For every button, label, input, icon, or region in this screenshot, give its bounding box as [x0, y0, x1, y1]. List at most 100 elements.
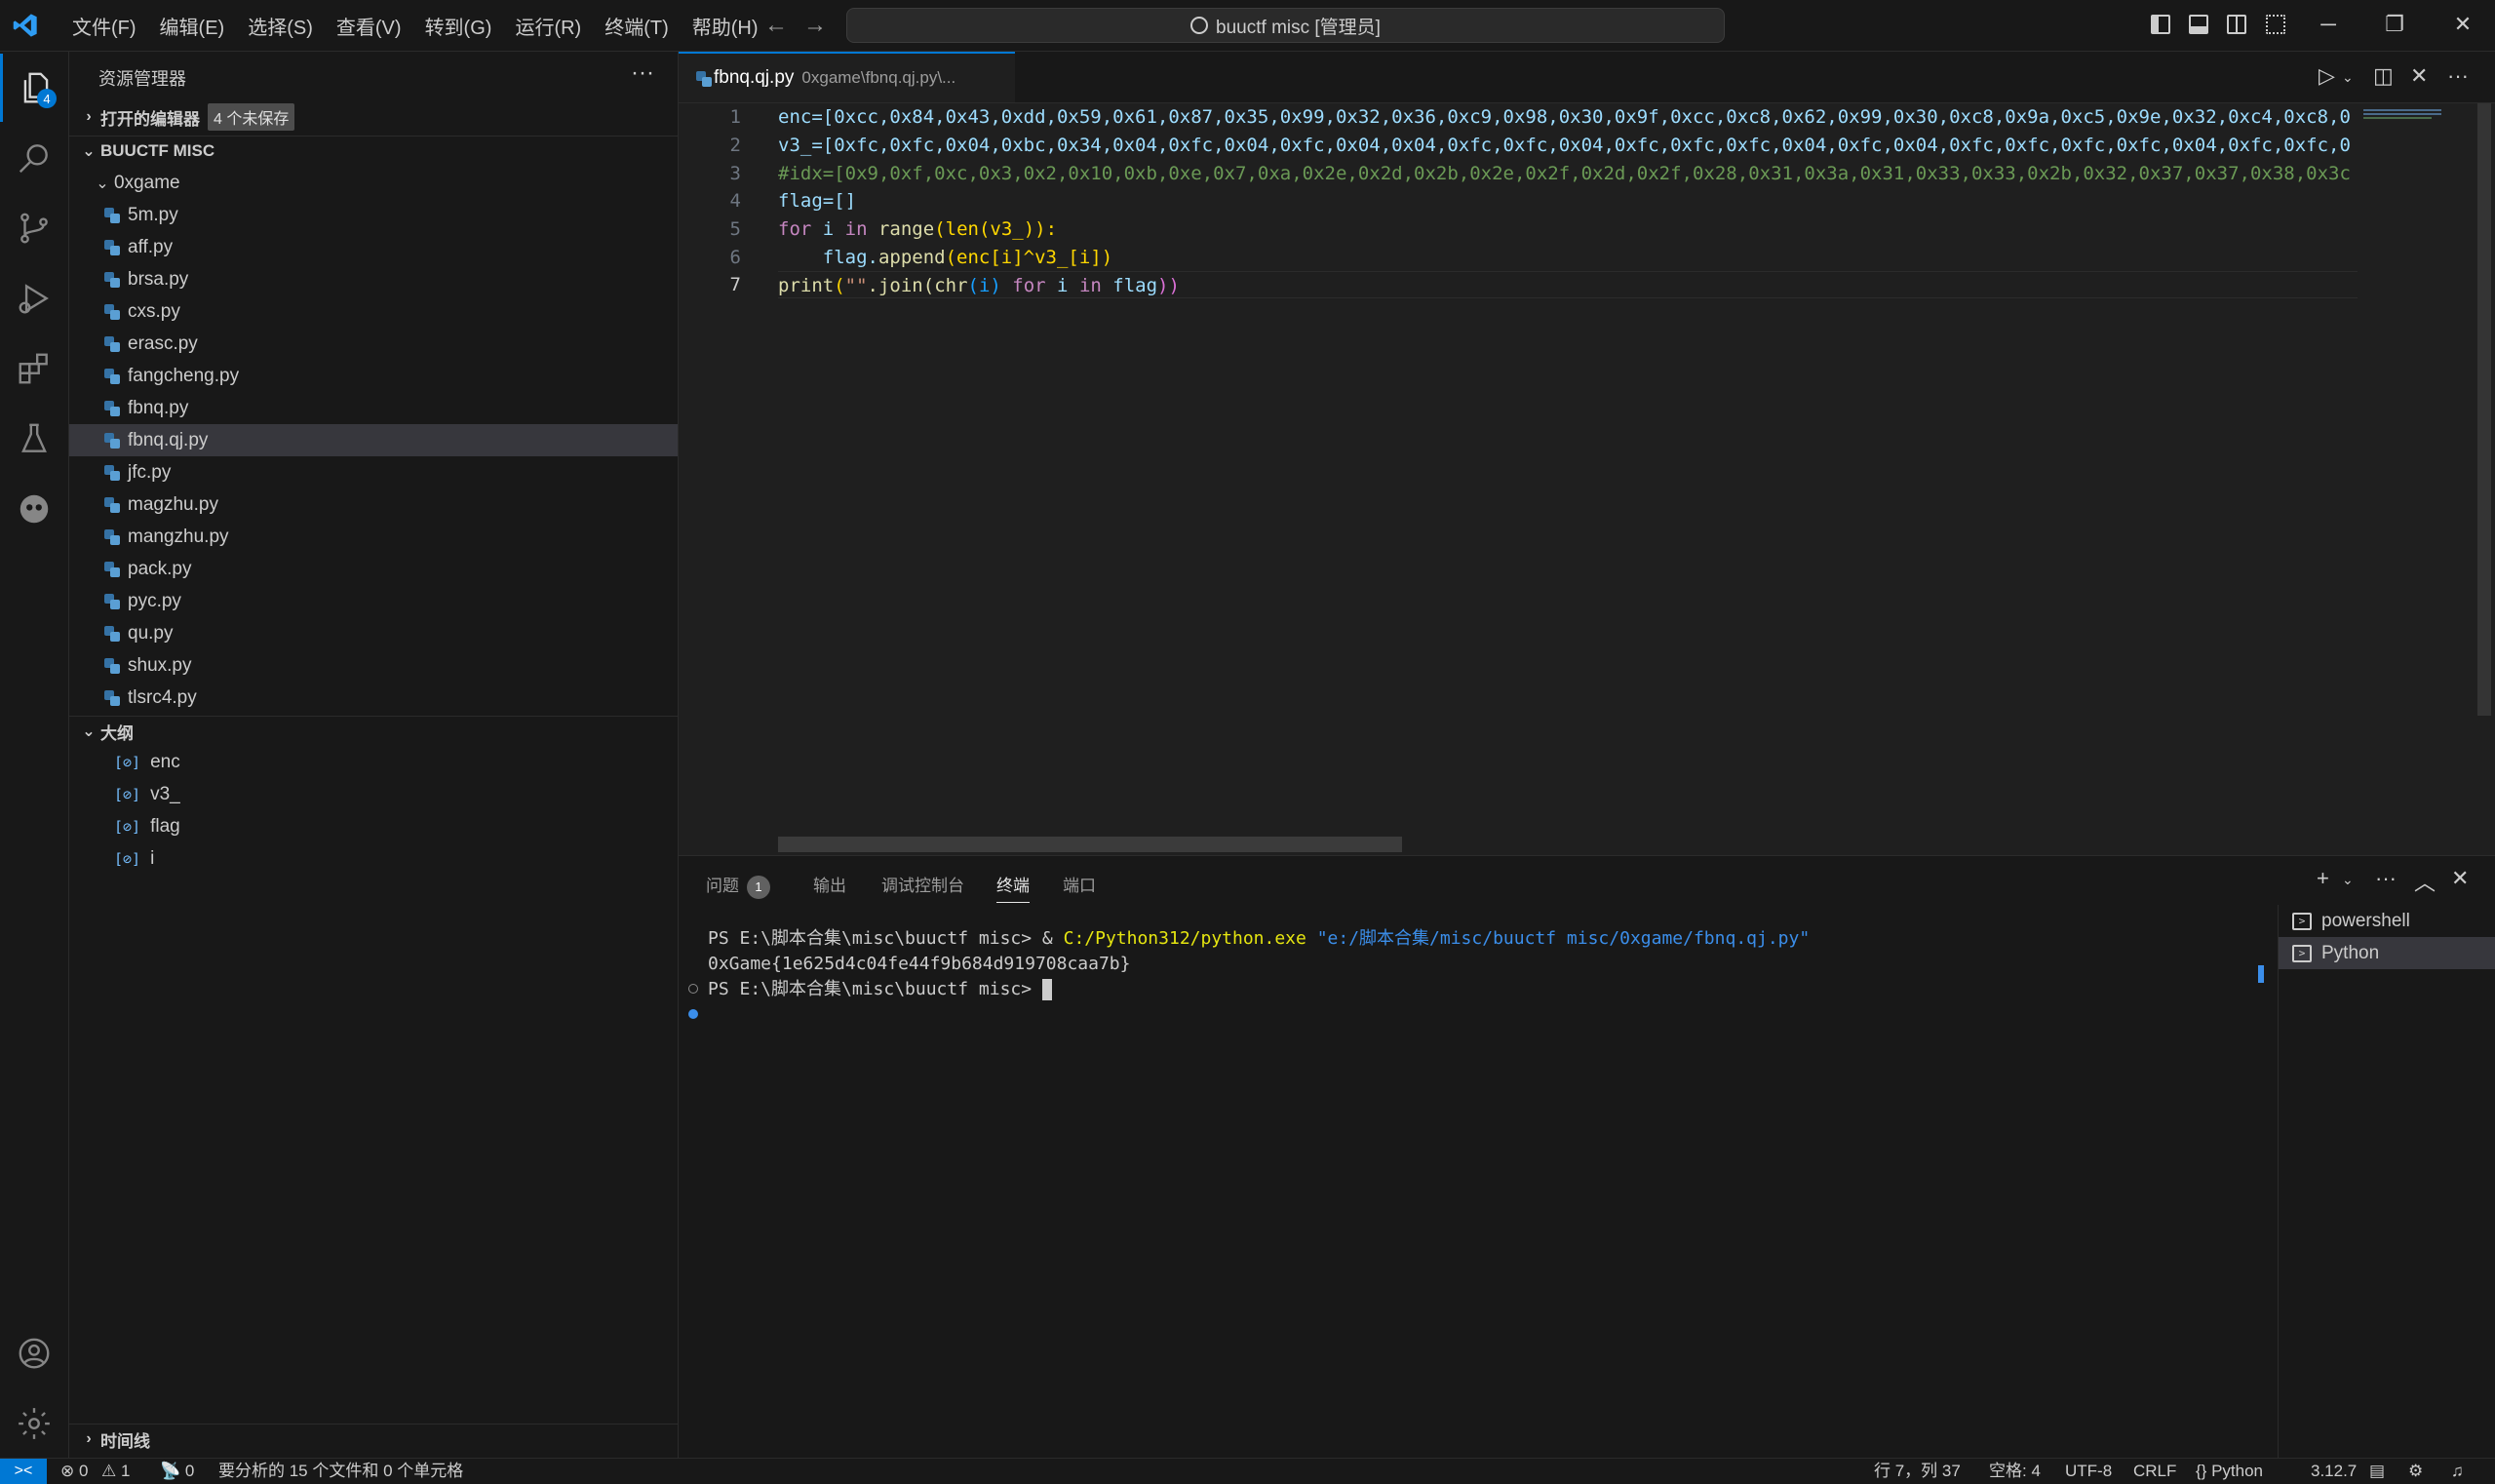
explorer-activity[interactable]: 4	[0, 54, 68, 122]
horizontal-scrollbar[interactable]	[778, 837, 1402, 852]
terminal-dropdown-icon[interactable]: ⌄	[2342, 872, 2354, 888]
menu-terminal[interactable]: 终端(T)	[593, 0, 681, 51]
end-of-line[interactable]: CRLF	[2133, 1461, 2176, 1482]
manage-activity[interactable]	[0, 1389, 68, 1458]
toggle-primary-sidebar-icon[interactable]	[2151, 15, 2170, 34]
ports-indicator[interactable]: 📡 0	[160, 1461, 194, 1482]
file-item[interactable]: brsa.py	[69, 263, 678, 295]
tab-output[interactable]: 输出	[813, 872, 846, 896]
file-item[interactable]: tlsrc4.py	[69, 682, 678, 714]
file-icon[interactable]: ▤	[2369, 1461, 2385, 1482]
folder-0xgame[interactable]: ⌄ 0xgame	[69, 167, 678, 199]
file-item[interactable]: shux.py	[69, 649, 678, 682]
search-activity[interactable]	[0, 124, 68, 192]
code-line-4[interactable]: flag=[]	[778, 187, 2358, 215]
terminal-item-python[interactable]: > Python	[2279, 937, 2495, 969]
terminal-line-3[interactable]: PS E:\脚本合集\misc\buuctf misc>	[708, 977, 1052, 1002]
minimap[interactable]	[2358, 103, 2465, 854]
cursor-position[interactable]: 行 7，列 37	[1874, 1461, 1961, 1482]
close-panel-icon[interactable]: ✕	[2451, 866, 2469, 891]
run-debug-activity[interactable]	[0, 264, 68, 332]
file-item[interactable]: jfc.py	[69, 456, 678, 488]
run-python-icon[interactable]: ▷	[2319, 63, 2335, 89]
notifications-bell-icon[interactable]: ♫	[2451, 1461, 2464, 1482]
indentation[interactable]: 空格: 4	[1989, 1461, 2041, 1482]
vertical-scrollbar[interactable]	[2477, 103, 2491, 716]
menu-file[interactable]: 文件(F)	[60, 0, 148, 51]
file-item[interactable]: qu.py	[69, 617, 678, 649]
maximize-panel-icon[interactable]: ︿	[2414, 866, 2436, 897]
code-line-3[interactable]: #idx=[0x9,0xf,0xc,0x3,0x2,0x10,0xb,0xe,0…	[778, 160, 2358, 187]
command-center-search[interactable]: buuctf misc [管理员]	[846, 8, 1725, 43]
close-window-button[interactable]: ✕	[2443, 8, 2482, 41]
remote-indicator[interactable]: ><	[0, 1459, 47, 1484]
workspace-section[interactable]: ⌄ BUUCTF MISC	[69, 136, 678, 166]
code-editor[interactable]: 1 2 3 4 5 6 7 enc=[0xcc,0x84,0x43,0xdd,0…	[679, 103, 2495, 854]
accounts-activity[interactable]	[0, 1319, 68, 1387]
panel-more-icon[interactable]: ···	[2375, 866, 2397, 891]
customize-layout-icon[interactable]	[2266, 15, 2285, 34]
restore-button[interactable]: ❐	[2375, 8, 2414, 41]
menu-help[interactable]: 帮助(H)	[681, 0, 770, 51]
more-actions-icon[interactable]: ···	[631, 59, 654, 87]
errors-indicator[interactable]: ⊗ 0	[60, 1461, 88, 1482]
file-item[interactable]: fbnq.qj.py	[69, 424, 678, 456]
extensions-activity[interactable]	[0, 334, 68, 403]
python-version[interactable]: 3.12.7	[2311, 1461, 2357, 1482]
tab-terminal[interactable]: 终端	[996, 872, 1030, 903]
outline-item[interactable]: [⊘] i	[69, 842, 678, 875]
copilot-status-icon[interactable]: ⚙	[2408, 1461, 2423, 1482]
back-arrow-icon[interactable]: ←	[764, 12, 788, 39]
editor-more-icon[interactable]: ···	[2447, 63, 2469, 89]
outline-item[interactable]: [⊘] flag	[69, 810, 678, 842]
tab-problems[interactable]: 问题 1	[706, 872, 770, 899]
file-item[interactable]: fangcheng.py	[69, 360, 678, 392]
language-mode[interactable]: {} Python	[2196, 1461, 2263, 1482]
copilot-activity[interactable]	[0, 475, 68, 543]
code-line-2[interactable]: v3_=[0xfc,0xfc,0x04,0xbc,0x34,0x04,0xfc,…	[778, 132, 2358, 159]
minimize-button[interactable]: ─	[2309, 8, 2348, 41]
source-control-activity[interactable]	[0, 194, 68, 262]
file-item[interactable]: erasc.py	[69, 328, 678, 360]
file-item[interactable]: 5m.py	[69, 199, 678, 231]
terminal-item-powershell[interactable]: > powershell	[2279, 905, 2495, 937]
tab-fbnq-qj-py[interactable]: fbnq.qj.py 0xgame\fbnq.qj.py\...	[679, 52, 1015, 102]
outline-section[interactable]: ⌄ 大纲	[69, 716, 678, 746]
menu-go[interactable]: 转到(G)	[413, 0, 504, 51]
outline-item[interactable]: [⊘] v3_	[69, 778, 678, 810]
testing-activity[interactable]	[0, 405, 68, 473]
toggle-panel-icon[interactable]	[2189, 15, 2208, 34]
menu-edit[interactable]: 编辑(E)	[148, 0, 237, 51]
toggle-secondary-sidebar-icon[interactable]	[2227, 15, 2246, 34]
code-line-1[interactable]: enc=[0xcc,0x84,0x43,0xdd,0x59,0x61,0x87,…	[778, 103, 2358, 131]
timeline-section[interactable]: › 时间线	[69, 1424, 678, 1454]
file-item[interactable]: cxs.py	[69, 295, 678, 328]
menu-run[interactable]: 运行(R)	[503, 0, 593, 51]
encoding[interactable]: UTF-8	[2065, 1461, 2112, 1482]
new-terminal-icon[interactable]: +	[2317, 866, 2329, 891]
file-item[interactable]: mangzhu.py	[69, 521, 678, 553]
outline-item[interactable]: [⊘] enc	[69, 746, 678, 778]
terminal-line-2: 0xGame{1e625d4c04fe44f9b684d919708caa7b}	[708, 954, 1131, 974]
file-item[interactable]: magzhu.py	[69, 488, 678, 521]
code-line-7[interactable]: print("".join(chr(i) for i in flag))	[778, 271, 2358, 298]
token-var: flag.	[778, 247, 878, 268]
open-editors-section[interactable]: › 打开的编辑器 4 个未保存	[69, 102, 678, 132]
tab-ports[interactable]: 端口	[1063, 872, 1096, 896]
menu-selection[interactable]: 选择(S)	[236, 0, 325, 51]
close-tab-icon[interactable]: ✕	[2410, 63, 2428, 89]
menu-view[interactable]: 查看(V)	[325, 0, 413, 51]
run-dropdown-icon[interactable]: ⌄	[2342, 69, 2354, 86]
file-item[interactable]: pack.py	[69, 553, 678, 585]
file-item[interactable]: aff.py	[69, 231, 678, 263]
split-editor-icon[interactable]: ◫	[2373, 63, 2394, 89]
code-line-6[interactable]: flag.append(enc[i]^v3_[i])	[778, 244, 2358, 271]
warnings-indicator[interactable]: ⚠ 1	[101, 1461, 130, 1482]
code-line-5[interactable]: for i in range(len(v3_)):	[778, 215, 2358, 243]
file-item[interactable]: fbnq.py	[69, 392, 678, 424]
forward-arrow-icon[interactable]: →	[803, 12, 827, 39]
file-item[interactable]: pyc.py	[69, 585, 678, 617]
outline-label: enc	[150, 751, 180, 772]
analysis-status[interactable]: 要分析的 15 个文件和 0 个单元格	[218, 1461, 463, 1482]
tab-debug-console[interactable]: 调试控制台	[881, 872, 964, 896]
